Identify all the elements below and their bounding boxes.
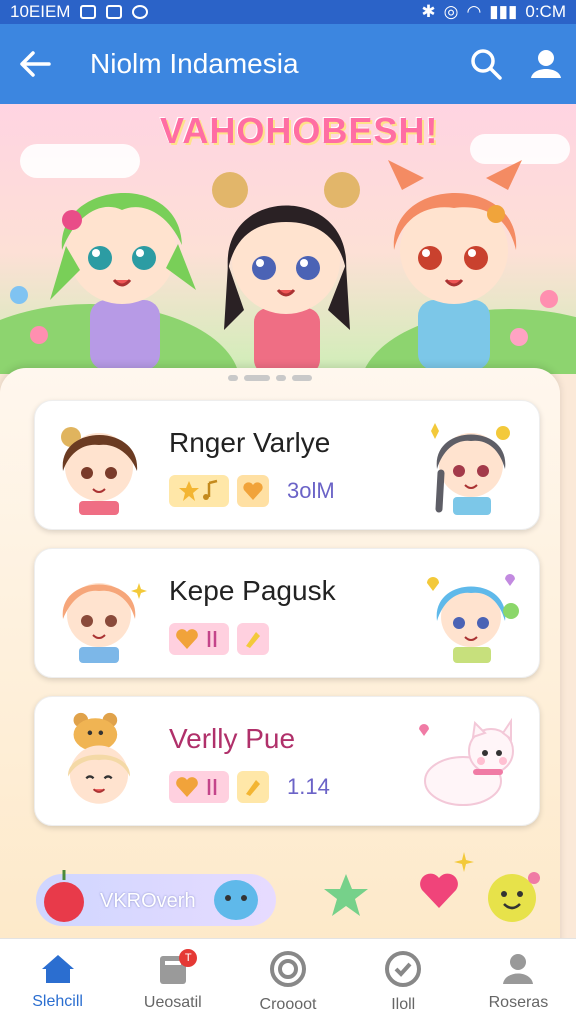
nav-label: Ueosatil <box>143 994 202 1011</box>
alarm-icon: ◎ <box>443 2 459 21</box>
profile-button[interactable] <box>516 24 576 104</box>
signal-icon: ▮▮▮ <box>489 2 518 21</box>
chibi-character-green <box>50 192 196 370</box>
bear-hat-avatar <box>68 712 130 804</box>
star-icon <box>179 479 218 501</box>
nav-label: Roseras <box>488 994 549 1011</box>
back-button[interactable] <box>0 24 70 104</box>
orange-hair-avatar <box>62 583 147 663</box>
page-title: Niolm Indamesia <box>90 48 299 79</box>
wifi-icon: ◠ <box>466 2 482 21</box>
apple-icon[interactable] <box>40 866 88 926</box>
nav-label: Iloll <box>391 996 416 1013</box>
app-bar: Niolm Indamesia <box>0 24 576 104</box>
card-stats <box>169 623 287 655</box>
notification-badge: T <box>179 949 198 967</box>
status-bar: 10EIEM ✱ ◎ ◠ ▮▮▮ 0:CM <box>0 0 576 24</box>
character-name: Rnger Varlye <box>169 427 331 458</box>
card-stats: 3olM <box>169 475 335 507</box>
sync-icon <box>132 5 149 19</box>
sparkle-icon <box>454 852 474 872</box>
status-left-text: 10EIEM <box>10 2 71 21</box>
page-dot <box>276 375 286 381</box>
sticker-pill-label: VKROverh <box>100 890 196 912</box>
star-sticker-icon[interactable] <box>320 870 372 922</box>
check-circle-icon <box>385 951 422 987</box>
sparkle-icon[interactable] <box>237 623 269 655</box>
character-card[interactable]: Rnger Varlye 3olM <box>34 400 540 530</box>
bottom-nav: Slehcill T Ueosatil Croooot Iloll Rosera… <box>0 938 576 1025</box>
nav-item-record[interactable]: Croooot <box>230 939 345 1025</box>
banner-title: VAHOHOBESH! <box>160 110 439 151</box>
upload-icon <box>106 5 123 19</box>
flower-decoration <box>10 286 28 304</box>
heart-music-icon[interactable] <box>169 623 229 655</box>
home-icon <box>41 955 74 983</box>
nav-label: Croooot <box>259 996 317 1013</box>
page-dot-active <box>244 375 270 381</box>
card-stats: 1.14 <box>169 771 330 803</box>
page-indicator[interactable] <box>228 375 312 381</box>
smiley-sticker-icon[interactable] <box>482 868 542 926</box>
user-icon <box>531 50 561 78</box>
card-count: 1.14 <box>287 774 330 799</box>
nav-item-home[interactable]: Slehcill <box>0 939 115 1025</box>
heart-icon[interactable] <box>237 475 269 507</box>
search-button[interactable] <box>456 24 516 104</box>
card-count: 3olM <box>287 478 335 503</box>
character-card[interactable]: Kepe Pagusk <box>34 548 540 678</box>
hero-banner: VAHOHOBESH! <box>0 104 576 374</box>
star-music-icon[interactable] <box>169 475 229 507</box>
record-icon <box>270 951 306 987</box>
chibi-character-orange <box>388 160 522 370</box>
gray-hair-avatar <box>431 423 510 515</box>
blue-hair-avatar <box>427 574 519 663</box>
cat-avatar <box>419 717 514 806</box>
character-card[interactable]: Verlly Pue 1.14 <box>34 696 540 826</box>
pencil-icon[interactable] <box>237 771 269 803</box>
status-time: 0:CM <box>525 2 566 21</box>
page-dot <box>228 375 238 381</box>
nav-item-profile[interactable]: Roseras <box>461 939 576 1025</box>
chibi-character-black-hair <box>212 172 360 374</box>
back-arrow-icon <box>20 51 51 77</box>
sticker-strip: VKROverh <box>30 852 550 932</box>
nav-label: Slehcill <box>32 993 83 1010</box>
page-dot <box>292 375 312 381</box>
person-icon <box>503 954 534 984</box>
character-name: Kepe Pagusk <box>169 575 336 606</box>
heart-sticker-icon[interactable] <box>418 870 460 912</box>
notification-icon <box>80 5 97 19</box>
blue-creature-icon[interactable] <box>210 870 262 928</box>
brown-hair-avatar <box>61 427 138 515</box>
nav-item-check[interactable]: Iloll <box>346 939 461 1025</box>
heart-music-icon[interactable] <box>169 771 229 803</box>
nav-item-notebook[interactable]: T Ueosatil <box>115 939 230 1025</box>
flower-decoration <box>540 290 558 308</box>
search-icon <box>471 49 502 80</box>
character-name: Verlly Pue <box>169 723 296 754</box>
bluetooth-icon: ✱ <box>421 2 436 21</box>
